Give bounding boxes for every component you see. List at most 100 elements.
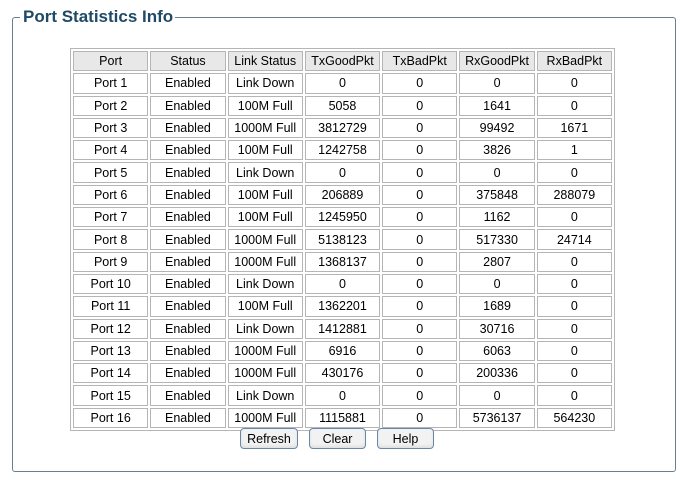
- link-status-cell: 100M Full: [227, 184, 303, 206]
- port-cell: Port 7: [73, 207, 149, 228]
- tx-bad-pkt-cell: 0: [382, 340, 458, 362]
- rx-bad-pkt-cell: 0: [536, 251, 612, 272]
- port-cell: Port 16: [73, 407, 149, 429]
- port-cell: Port 14: [73, 363, 149, 384]
- tx-good-pkt-cell: 0: [304, 273, 381, 295]
- action-buttons: Refresh Clear Help: [0, 428, 690, 450]
- port-cell: Port 6: [73, 184, 149, 206]
- tx-bad-pkt-cell: 0: [382, 318, 458, 339]
- tx-bad-pkt-cell: 0: [382, 273, 458, 295]
- refresh-button[interactable]: Refresh: [240, 428, 298, 449]
- table-row: Port 11 Enabled 100M Full 1362201 0 1689 0: [73, 296, 612, 317]
- tx-good-pkt-cell: 206889: [304, 184, 381, 206]
- status-cell: Enabled: [150, 229, 226, 250]
- port-cell: Port 15: [73, 385, 149, 406]
- tx-good-pkt-cell: 5138123: [304, 229, 381, 250]
- rx-good-pkt-cell: 5736137: [459, 407, 535, 429]
- rx-bad-pkt-cell: 288079: [536, 184, 612, 206]
- status-cell: Enabled: [150, 385, 226, 406]
- table-row: Port 10 Enabled Link Down 0 0 0 0: [73, 273, 612, 295]
- table-row: Port 3 Enabled 1000M Full 3812729 0 99492 1671: [73, 117, 612, 139]
- rx-good-pkt-cell: 0: [459, 385, 535, 406]
- status-cell: Enabled: [150, 363, 226, 384]
- link-status-cell: 1000M Full: [227, 340, 303, 362]
- table-row: Port 7 Enabled 100M Full 1245950 0 1162 0: [73, 207, 612, 228]
- link-status-cell: 1000M Full: [227, 229, 303, 250]
- tx-good-pkt-cell: 1412881: [304, 318, 381, 339]
- tx-bad-pkt-cell: 0: [382, 385, 458, 406]
- table-row: Port 5 Enabled Link Down 0 0 0 0: [73, 162, 612, 183]
- status-cell: Enabled: [150, 318, 226, 339]
- rx-bad-pkt-cell: 0: [536, 273, 612, 295]
- status-cell: Enabled: [150, 273, 226, 295]
- tx-good-pkt-cell: 0: [304, 73, 381, 94]
- table-row: Port 16 Enabled 1000M Full 1115881 0 5736137 5…: [73, 407, 612, 429]
- status-cell: Enabled: [150, 296, 226, 317]
- tx-bad-pkt-cell: 0: [382, 229, 458, 250]
- header-row: Port Status Link Status TxGoodPkt TxBadP…: [73, 51, 612, 72]
- link-status-cell: Link Down: [227, 385, 303, 406]
- column-header-tx-bad-pkt: TxBadPkt: [382, 51, 458, 72]
- rx-bad-pkt-cell: 0: [536, 385, 612, 406]
- rx-good-pkt-cell: 99492: [459, 117, 535, 139]
- table-row: Port 6 Enabled 100M Full 206889 0 375848 28807…: [73, 184, 612, 206]
- tx-bad-pkt-cell: 0: [382, 117, 458, 139]
- status-cell: Enabled: [150, 407, 226, 429]
- tx-bad-pkt-cell: 0: [382, 296, 458, 317]
- link-status-cell: 100M Full: [227, 95, 303, 116]
- rx-bad-pkt-cell: 0: [536, 207, 612, 228]
- port-cell: Port 3: [73, 117, 149, 139]
- rx-bad-pkt-cell: 1: [536, 140, 612, 161]
- link-status-cell: Link Down: [227, 162, 303, 183]
- link-status-cell: 100M Full: [227, 140, 303, 161]
- link-status-cell: 100M Full: [227, 296, 303, 317]
- table-body: Port 1 Enabled Link Down 0 0 0 0 Port 2 Enabled 1…: [73, 73, 612, 429]
- column-header-rx-good-pkt: RxGoodPkt: [459, 51, 535, 72]
- rx-good-pkt-cell: 200336: [459, 363, 535, 384]
- rx-good-pkt-cell: 3826: [459, 140, 535, 161]
- column-header-rx-bad-pkt: RxBadPkt: [536, 51, 612, 72]
- table-row: Port 4 Enabled 100M Full 1242758 0 3826 1: [73, 140, 612, 161]
- table-header: Port Status Link Status TxGoodPkt TxBadP…: [73, 51, 612, 72]
- tx-good-pkt-cell: 5058: [304, 95, 381, 116]
- rx-bad-pkt-cell: 564230: [536, 407, 612, 429]
- column-header-link-status: Link Status: [227, 51, 303, 72]
- clear-button[interactable]: Clear: [309, 428, 366, 449]
- help-button[interactable]: Help: [377, 428, 434, 449]
- tx-good-pkt-cell: 1362201: [304, 296, 381, 317]
- tx-bad-pkt-cell: 0: [382, 73, 458, 94]
- link-status-cell: 1000M Full: [227, 117, 303, 139]
- rx-bad-pkt-cell: 0: [536, 363, 612, 384]
- table-row: Port 13 Enabled 1000M Full 6916 0 6063 0: [73, 340, 612, 362]
- port-cell: Port 1: [73, 73, 149, 94]
- status-cell: Enabled: [150, 73, 226, 94]
- table-row: Port 15 Enabled Link Down 0 0 0 0: [73, 385, 612, 406]
- rx-good-pkt-cell: 1689: [459, 296, 535, 317]
- rx-good-pkt-cell: 0: [459, 162, 535, 183]
- tx-bad-pkt-cell: 0: [382, 251, 458, 272]
- port-cell: Port 9: [73, 251, 149, 272]
- tx-bad-pkt-cell: 0: [382, 162, 458, 183]
- link-status-cell: Link Down: [227, 318, 303, 339]
- column-header-tx-good-pkt: TxGoodPkt: [304, 51, 381, 72]
- status-cell: Enabled: [150, 162, 226, 183]
- port-cell: Port 5: [73, 162, 149, 183]
- port-cell: Port 2: [73, 95, 149, 116]
- rx-good-pkt-cell: 1162: [459, 207, 535, 228]
- table-row: Port 8 Enabled 1000M Full 5138123 0 517330 247…: [73, 229, 612, 250]
- table-row: Port 2 Enabled 100M Full 5058 0 1641 0: [73, 95, 612, 116]
- status-cell: Enabled: [150, 117, 226, 139]
- rx-good-pkt-cell: 517330: [459, 229, 535, 250]
- link-status-cell: Link Down: [227, 73, 303, 94]
- rx-good-pkt-cell: 375848: [459, 184, 535, 206]
- panel-title: Port Statistics Info: [20, 7, 176, 27]
- tx-good-pkt-cell: 1115881: [304, 407, 381, 429]
- rx-bad-pkt-cell: 0: [536, 73, 612, 94]
- link-status-cell: 1000M Full: [227, 251, 303, 272]
- rx-bad-pkt-cell: 0: [536, 296, 612, 317]
- column-header-status: Status: [150, 51, 226, 72]
- rx-bad-pkt-cell: 1671: [536, 117, 612, 139]
- status-cell: Enabled: [150, 140, 226, 161]
- rx-good-pkt-cell: 2807: [459, 251, 535, 272]
- rx-bad-pkt-cell: 0: [536, 162, 612, 183]
